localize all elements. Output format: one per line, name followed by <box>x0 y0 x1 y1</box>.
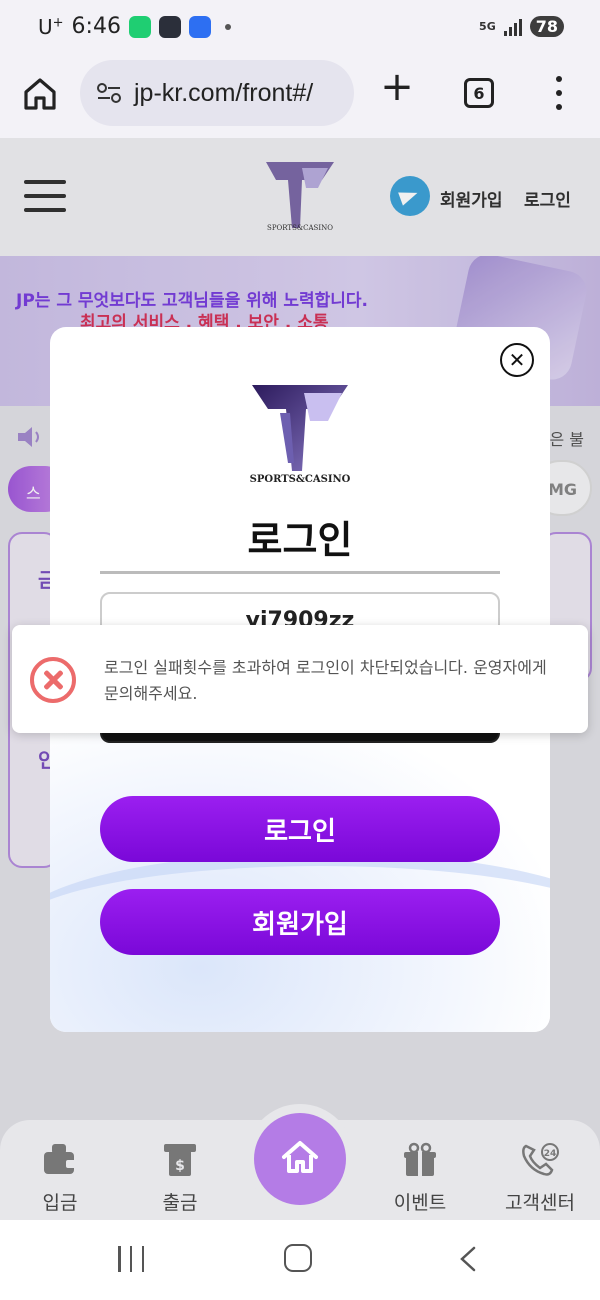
browser-menu-icon[interactable] <box>552 76 566 110</box>
system-home-icon[interactable] <box>284 1244 312 1272</box>
error-x-icon <box>30 657 76 703</box>
svg-text:$: $ <box>175 1158 185 1174</box>
status-bar: U+ 6:46 5G 78 <box>0 0 600 58</box>
clock: 6:46 <box>71 14 121 39</box>
nav-event[interactable]: 이벤트 <box>360 1142 480 1215</box>
gift-icon <box>404 1142 436 1176</box>
nav-withdraw[interactable]: $ 출금 <box>120 1142 240 1215</box>
signal-icon <box>503 18 522 36</box>
back-icon[interactable] <box>458 1246 478 1272</box>
nav-event-label: 이벤트 <box>393 1192 447 1214</box>
nav-deposit-label: 입금 <box>42 1192 78 1214</box>
site-settings-icon[interactable] <box>96 82 122 104</box>
browser-home-icon[interactable] <box>22 76 58 112</box>
title-divider <box>100 571 500 574</box>
login-button[interactable]: 로그인 <box>100 796 500 862</box>
nav-support-label: 고객센터 <box>505 1192 575 1214</box>
modal-logo-icon <box>252 385 348 471</box>
browser-toolbar: jp-kr.com/front#/ + 6 <box>0 58 600 138</box>
new-tab-icon[interactable]: + <box>380 67 414 107</box>
error-toast[interactable]: 로그인 실패횟수를 초과하여 로그인이 차단되었습니다. 운영자에게 문의해주세… <box>12 625 588 733</box>
nav-deposit[interactable]: 입금 <box>0 1142 120 1215</box>
network-badge: 5G <box>479 19 496 33</box>
system-navigation-bar <box>0 1220 600 1300</box>
signup-button[interactable]: 회원가입 <box>100 889 500 955</box>
tab-switcher-button[interactable]: 6 <box>464 78 494 108</box>
notification-dot-icon <box>224 23 231 30</box>
social-app-icon <box>188 15 211 38</box>
url-text: jp-kr.com/front#/ <box>134 78 314 107</box>
withdraw-icon: $ <box>164 1144 196 1176</box>
battery-indicator: 78 <box>529 16 564 37</box>
nav-withdraw-label: 출금 <box>162 1192 198 1214</box>
status-right: 5G 78 <box>479 16 564 37</box>
carrier-label: U+ <box>38 14 64 39</box>
wallet-icon <box>44 1144 76 1174</box>
recent-apps-icon[interactable] <box>118 1246 144 1272</box>
svg-text:24: 24 <box>544 1149 557 1159</box>
error-message: 로그인 실패횟수를 초과하여 로그인이 차단되었습니다. 운영자에게 문의해주세… <box>104 658 547 703</box>
address-bar[interactable]: jp-kr.com/front#/ <box>80 60 354 126</box>
home-icon <box>282 1141 318 1173</box>
shopping-app-icon <box>128 15 151 38</box>
wear-app-icon <box>158 15 181 38</box>
modal-logo-text: SPORTS&CASINO <box>249 474 351 485</box>
close-icon[interactable]: ✕ <box>500 343 534 377</box>
nav-support[interactable]: 24 고객센터 <box>480 1142 600 1215</box>
nav-home-button[interactable] <box>254 1113 346 1205</box>
modal-title: 로그인 <box>247 518 353 562</box>
status-left: U+ 6:46 <box>38 14 231 39</box>
support-24-icon: 24 <box>522 1143 559 1176</box>
